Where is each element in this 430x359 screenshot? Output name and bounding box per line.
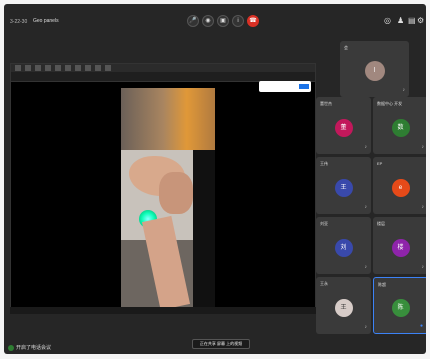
end-call-icon[interactable]: ☎ xyxy=(247,15,259,27)
host-avatar: l xyxy=(364,61,385,81)
info-icon[interactable]: i xyxy=(232,15,244,27)
mic-off-icon: ♪ xyxy=(421,264,425,270)
avatar: 刘 xyxy=(334,238,353,257)
mic-icon[interactable]: 🎤 xyxy=(187,15,199,27)
participant-tile[interactable]: 董世杰 董 ♪ xyxy=(316,97,371,154)
avatar: 数 xyxy=(391,118,410,137)
host-name: 会 xyxy=(344,45,348,50)
sharing-toast: 正在共享 屏幕 上的视频 xyxy=(192,339,250,349)
shared-video xyxy=(121,88,215,308)
activity-icon[interactable]: ◎ xyxy=(384,17,391,25)
camera-icon[interactable]: ◉ xyxy=(202,15,214,27)
chat-icon[interactable]: ▤ xyxy=(408,17,416,25)
host-tile[interactable]: 会 l ♪ xyxy=(340,41,409,97)
avatar: 董 xyxy=(334,118,353,137)
mic-off-icon: ♪ xyxy=(364,204,368,210)
taskbar-strip xyxy=(10,307,316,314)
avatar: 王 xyxy=(334,298,353,317)
mic-off-icon: ♪ xyxy=(364,264,368,270)
participant-tile[interactable]: 刘亚 刘 ♪ xyxy=(316,217,371,274)
present-icon[interactable]: ▣ xyxy=(217,15,229,27)
avatar: e xyxy=(391,178,410,197)
avatar: 陈 xyxy=(391,298,410,317)
participant-tile[interactable]: 王永 王 ♪ xyxy=(316,277,371,334)
bottom-bar: 开启了电话会议 正在共享 屏幕 上的视频 xyxy=(4,339,426,354)
shared-screen[interactable] xyxy=(10,63,316,313)
popup-button[interactable] xyxy=(299,84,309,89)
mic-off-icon: ♪ xyxy=(421,204,425,210)
participant-tile-active[interactable]: 陈超 陈 ● xyxy=(373,277,426,334)
meeting-title: Geo panels xyxy=(33,18,59,24)
participant-tile[interactable]: EP e ♪ xyxy=(373,157,426,214)
status-dot-icon xyxy=(8,344,14,351)
participant-tile[interactable]: 数据中心 开发 数 ♪ xyxy=(373,97,426,154)
meeting-window: 3-22-30 Geo panels 🎤 ◉ ▣ i ☎ ◎ ♟ ▤ ⚙ 会 l… xyxy=(4,4,426,354)
avatar: 楼 xyxy=(391,238,410,257)
people-icon[interactable]: ♟ xyxy=(397,17,404,25)
top-bar: 3-22-30 Geo panels 🎤 ◉ ▣ i ☎ ◎ ♟ ▤ ⚙ xyxy=(4,4,426,36)
status-indicator: 开启了电话会议 xyxy=(8,344,51,351)
mic-off-icon: ♪ xyxy=(364,144,368,150)
browser-tabs xyxy=(11,64,315,72)
browser-popup[interactable] xyxy=(259,81,311,92)
participant-tile[interactable]: 楼层 楼 ♪ xyxy=(373,217,426,274)
meeting-id: 3-22-30 xyxy=(10,19,28,25)
mic-off-icon: ♪ xyxy=(364,324,368,330)
mic-off-icon: ♪ xyxy=(402,87,406,93)
participant-tile[interactable]: 王伟 王 ♪ xyxy=(316,157,371,214)
settings-icon[interactable]: ⚙ xyxy=(417,17,424,25)
avatar: 王 xyxy=(334,178,353,197)
mic-off-icon: ♪ xyxy=(421,144,425,150)
more-options-icon[interactable]: ● xyxy=(420,323,423,329)
